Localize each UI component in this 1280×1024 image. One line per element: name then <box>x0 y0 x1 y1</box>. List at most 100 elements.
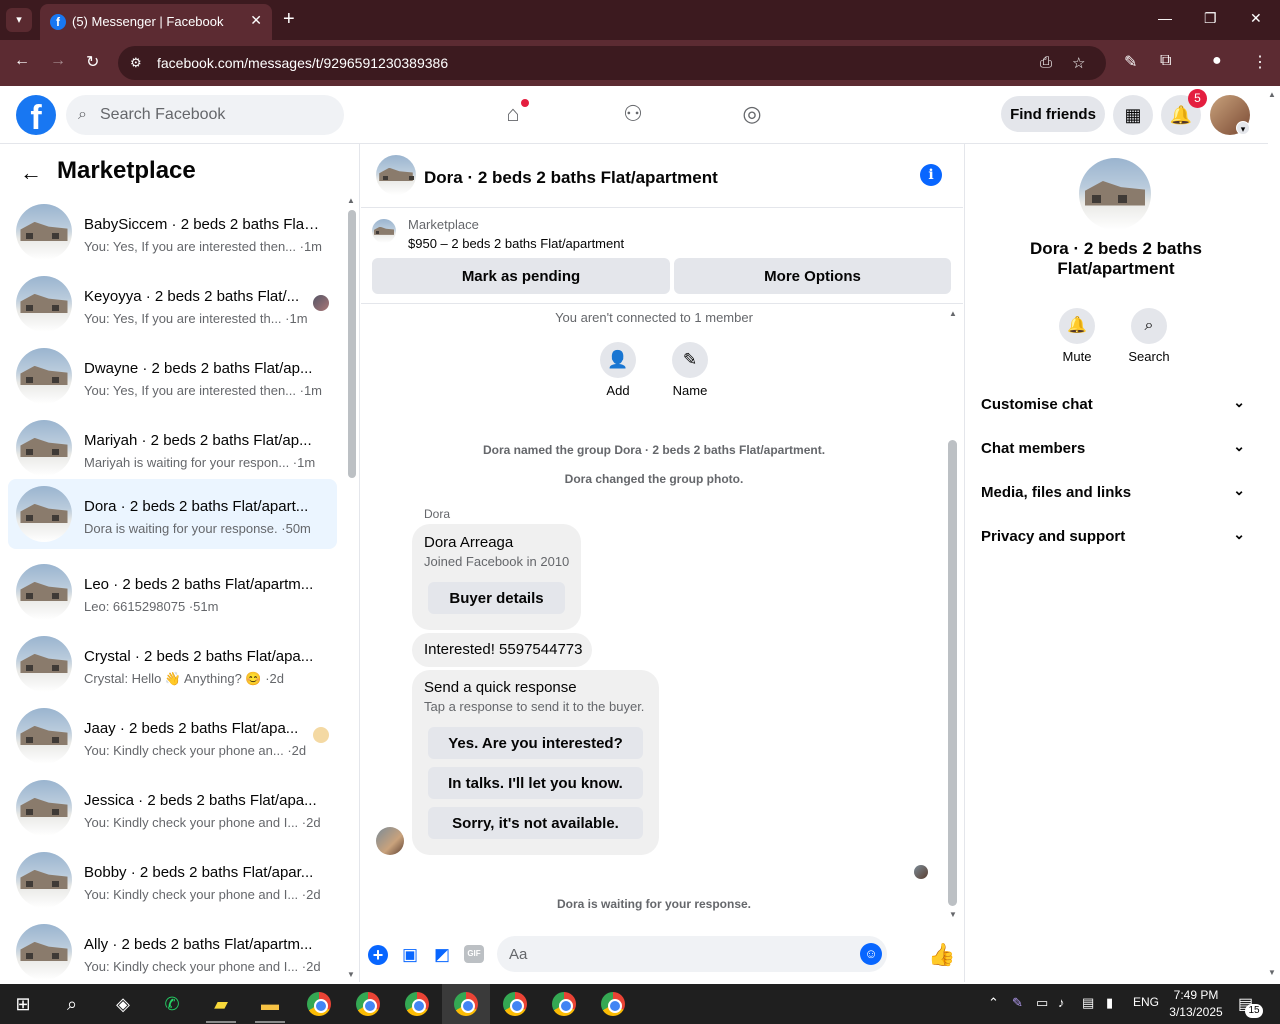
conversation-item[interactable]: Keyoyya · 2 beds 2 baths Flat/... You: Y… <box>8 269 337 339</box>
page-scroll-down-icon[interactable]: ▼ <box>1268 968 1276 977</box>
sticky-notes-icon[interactable]: ▰ <box>206 990 236 1018</box>
add-member-icon[interactable]: 👤 <box>600 342 636 378</box>
conversation-item-active[interactable]: Dora · 2 beds 2 baths Flat/apart... Dora… <box>8 479 337 549</box>
sender-avatar[interactable] <box>376 827 404 855</box>
network-icon[interactable]: ▤ <box>1082 995 1094 1011</box>
reload-icon[interactable]: ↻ <box>86 52 99 72</box>
install-app-icon[interactable]: ⎙ <box>1040 54 1052 71</box>
chrome-icon[interactable] <box>405 992 429 1016</box>
meet-now-icon[interactable]: ▭ <box>1036 995 1048 1011</box>
conversation-item[interactable]: Leo · 2 beds 2 baths Flat/apartm... Leo:… <box>8 557 337 627</box>
media-files-links-section[interactable]: Media, files and links ⌄ <box>981 473 1257 513</box>
search-input[interactable] <box>100 95 330 135</box>
plus-icon[interactable]: + <box>368 945 388 965</box>
conversation-item[interactable]: Crystal · 2 beds 2 baths Flat/apa... Cry… <box>8 629 337 699</box>
minimize-icon[interactable]: — <box>1158 10 1172 26</box>
chat-avatar[interactable] <box>376 155 416 195</box>
facebook-logo-icon[interactable]: f <box>16 95 56 135</box>
conversation-item[interactable]: Dwayne · 2 beds 2 baths Flat/ap... You: … <box>8 341 337 411</box>
browser-menu-icon[interactable]: ⋮ <box>1252 52 1268 72</box>
find-friends-button[interactable]: Find friends <box>1001 96 1105 132</box>
emoji-icon[interactable]: ☺ <box>860 943 882 965</box>
conversation-item[interactable]: BabySiccem · 2 beds 2 baths Flat... You:… <box>8 197 337 267</box>
photo-icon[interactable]: ▣ <box>399 944 421 966</box>
conversation-item[interactable]: Mariyah · 2 beds 2 baths Flat/ap... Mari… <box>8 413 337 483</box>
tab-close-icon[interactable]: ✕ <box>250 12 262 29</box>
language-indicator[interactable]: ENG <box>1133 995 1159 1009</box>
message-composer: + ▣ ◩ GIF ☺ 👍 <box>361 936 963 982</box>
home-icon[interactable]: ⌂ <box>499 99 529 128</box>
chat-members-section[interactable]: Chat members ⌄ <box>981 429 1257 469</box>
close-window-icon[interactable]: ✕ <box>1250 10 1262 27</box>
pen-tray-icon[interactable]: ✎ <box>1012 995 1023 1011</box>
mark-as-pending-button[interactable]: Mark as pending <box>372 258 670 294</box>
more-options-button[interactable]: More Options <box>674 258 951 294</box>
extensions-icon[interactable]: ⧉ <box>1160 52 1171 70</box>
conversation-item[interactable]: Ally · 2 beds 2 baths Flat/apartm... You… <box>8 917 337 982</box>
info-icon[interactable]: i <box>920 164 942 186</box>
listing-price[interactable]: $950 – 2 beds 2 baths Flat/apartment <box>408 236 624 251</box>
edit-name-pencil-icon[interactable]: ✎ <box>672 342 708 378</box>
buyer-details-button[interactable]: Buyer details <box>428 582 565 614</box>
scroll-up-arrow-icon[interactable]: ▲ <box>347 196 355 205</box>
bookmark-star-icon[interactable]: ☆ <box>1072 54 1085 72</box>
scroll-down-arrow-icon[interactable]: ▼ <box>347 970 355 979</box>
thumbs-up-icon[interactable]: 👍 <box>928 942 955 968</box>
quick-response-in-talks-button[interactable]: In talks. I'll let you know. <box>428 767 643 799</box>
conversation-item[interactable]: Jaay · 2 beds 2 baths Flat/apa... You: K… <box>8 701 337 771</box>
file-explorer-icon[interactable]: ▬ <box>255 990 285 1018</box>
volume-icon[interactable]: ♪ <box>1058 995 1065 1010</box>
chat-title[interactable]: Dora · 2 beds 2 baths Flat/apartment <box>424 168 718 188</box>
back-icon[interactable]: ← <box>14 52 30 70</box>
conversation-name: Dora · 2 beds 2 baths Flat/apart... <box>84 498 309 515</box>
message-input-field[interactable]: ☺ <box>497 936 887 972</box>
message-input[interactable] <box>509 936 849 972</box>
copilot-icon[interactable]: ◈ <box>108 990 138 1018</box>
account-chevron-icon[interactable]: ▾ <box>1236 121 1250 135</box>
group-avatar[interactable] <box>1079 158 1151 230</box>
privacy-support-section[interactable]: Privacy and support ⌄ <box>981 517 1257 557</box>
system-clock[interactable]: 7:49 PM 3/13/2025 <box>1160 987 1232 1021</box>
search-icon[interactable]: ⌕ <box>57 990 87 1018</box>
chat-scroll-down-icon[interactable]: ▼ <box>949 910 957 919</box>
facebook-search[interactable]: ⌕ <box>66 95 344 135</box>
back-arrow-icon[interactable]: ← <box>20 160 42 186</box>
windows-start-icon[interactable]: ⊞ <box>8 990 38 1018</box>
customise-chat-section[interactable]: Customise chat ⌄ <box>981 385 1257 425</box>
browser-tab[interactable]: f (5) Messenger | Facebook ✕ <box>40 4 272 40</box>
profile-icon[interactable]: ● <box>1212 52 1222 70</box>
notifications-bell-icon[interactable]: 🔔 5 <box>1161 89 1207 135</box>
search-icon[interactable]: ⌕ <box>1131 308 1167 344</box>
whatsapp-icon[interactable]: ✆ <box>157 990 187 1018</box>
battery-icon[interactable]: ▮ <box>1106 995 1113 1011</box>
chrome-icon[interactable] <box>307 992 331 1016</box>
url-text[interactable]: facebook.com/messages/t/9296591230389386 <box>157 55 448 71</box>
quick-response-not-available-button[interactable]: Sorry, it's not available. <box>428 807 643 839</box>
chrome-icon-active[interactable] <box>454 992 478 1016</box>
restore-icon[interactable]: ❐ <box>1204 10 1217 27</box>
page-scroll-up-icon[interactable]: ▲ <box>1268 90 1276 99</box>
address-bar[interactable]: ⚙ facebook.com/messages/t/92965912303893… <box>118 46 1106 80</box>
quick-response-yes-button[interactable]: Yes. Are you interested? <box>428 727 643 759</box>
chrome-icon[interactable] <box>503 992 527 1016</box>
friends-icon[interactable]: ⚇ <box>619 100 647 128</box>
chrome-icon[interactable] <box>601 992 625 1016</box>
conversation-item[interactable]: Jessica · 2 beds 2 baths Flat/apa... You… <box>8 773 337 843</box>
tab-search-chevron-icon[interactable]: ▾ <box>6 8 32 32</box>
sticker-icon[interactable]: ◩ <box>431 944 453 966</box>
menu-grid-icon[interactable]: ▦ <box>1113 95 1153 135</box>
edit-pen-icon[interactable]: ✎ <box>1124 52 1137 72</box>
forward-icon[interactable]: → <box>50 52 66 70</box>
new-tab-icon[interactable]: + <box>283 8 295 31</box>
site-info-icon[interactable]: ⚙ <box>130 55 142 71</box>
chrome-icon[interactable] <box>552 992 576 1016</box>
mute-bell-icon[interactable]: 🔔 <box>1059 308 1095 344</box>
conversation-list-scrollbar[interactable] <box>348 210 356 478</box>
chrome-icon[interactable] <box>356 992 380 1016</box>
groups-icon[interactable]: ◎ <box>738 100 766 128</box>
conversation-item[interactable]: Bobby · 2 beds 2 baths Flat/apar... You:… <box>8 845 337 915</box>
chat-scroll-up-icon[interactable]: ▲ <box>949 309 957 318</box>
tray-overflow-chevron-icon[interactable]: ⌃ <box>988 995 999 1011</box>
gif-icon[interactable]: GIF <box>464 945 484 963</box>
chat-scrollbar[interactable] <box>948 440 957 906</box>
